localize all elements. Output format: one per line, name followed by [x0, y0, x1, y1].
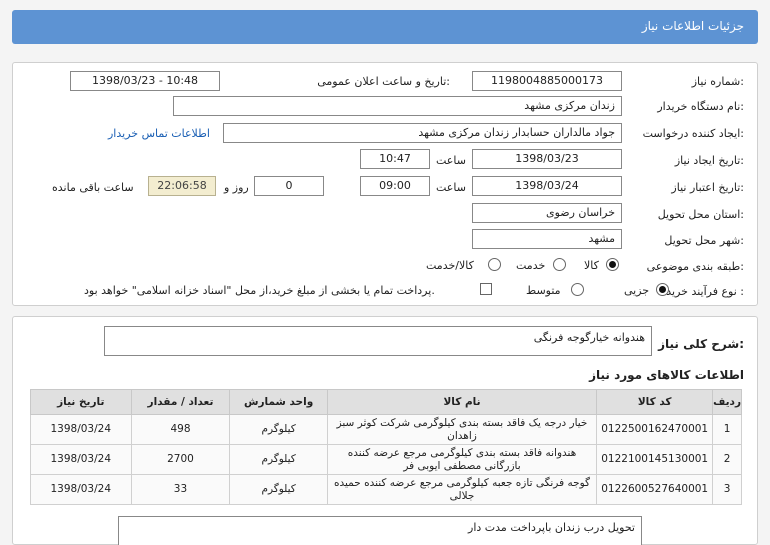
- col-code-header: کد کالا: [596, 389, 714, 415]
- col-qty-header: تعداد / مقدار: [130, 389, 231, 415]
- row-number-cell: 3: [712, 474, 742, 505]
- days-label: روز و: [224, 181, 249, 194]
- need-number-field: 1198004885000173: [472, 71, 622, 91]
- table-row: 1 0122500162470001 خیار درجه یک فاقد بست…: [30, 414, 742, 445]
- treasury-checkbox[interactable]: [480, 283, 492, 295]
- buyer-contact-link[interactable]: اطلاعات تماس خریدار: [108, 127, 210, 140]
- category-goods-radio[interactable]: [606, 258, 619, 271]
- announce-date-label: تاریخ و ساعت اعلان عمومی:: [317, 75, 450, 88]
- quantity-cell: 33: [130, 474, 231, 505]
- unit-cell: کیلوگرم: [229, 414, 328, 445]
- creator-field: جواد مالداران حسابدار زندان مرکزی مشهد: [223, 123, 622, 143]
- quantity-cell: 498: [130, 414, 231, 445]
- created-date-label: تاریخ ایجاد نیاز:: [674, 154, 744, 167]
- remaining-time-field: 22:06:58: [148, 176, 216, 196]
- buyer-org-field: زندان مرکزی مشهد: [173, 96, 622, 116]
- col-unit-header: واحد شمارش: [229, 389, 328, 415]
- category-both-radio[interactable]: [488, 258, 501, 271]
- validity-date-label: تاریخ اعتبار نیاز:: [671, 181, 744, 194]
- validity-time-field: 09:00: [360, 176, 430, 196]
- unit-cell: کیلوگرم: [229, 474, 328, 505]
- unit-cell: کیلوگرم: [229, 444, 328, 475]
- remaining-time-label: ساعت باقی مانده: [52, 181, 134, 194]
- process-medium-label: متوسط: [526, 284, 561, 297]
- need-date-cell: 1398/03/24: [30, 414, 132, 445]
- page-title: جزئیات اطلاعات نیاز: [641, 19, 744, 33]
- need-date-cell: 1398/03/24: [30, 474, 132, 505]
- category-label: طبقه بندی موضوعی:: [646, 260, 744, 273]
- table-row: 3 0122600527640001 گوجه فرنگی تازه جعبه …: [30, 474, 742, 505]
- remaining-days-field: 0: [254, 176, 324, 196]
- buyer-note-field: تحویل درب زندان باپرداخت مدت دار: [118, 516, 642, 545]
- items-table-header: ردیف کد کالا نام کالا واحد شمارش تعداد /…: [30, 389, 742, 415]
- item-name-cell: هندوانه فاقد بسته بندی کیلوگرمی مرجع عرض…: [326, 444, 598, 475]
- items-table: ردیف کد کالا نام کالا واحد شمارش تعداد /…: [30, 389, 742, 505]
- process-minor-label: جزیی: [624, 284, 650, 297]
- need-number-label: شماره نیاز:: [691, 75, 744, 88]
- item-name-cell: خیار درجه یک فاقد بسته بندی کیلوگرمی شرک…: [326, 414, 598, 445]
- created-time-label: ساعت: [436, 154, 466, 167]
- col-date-header: تاریخ نیاز: [30, 389, 132, 415]
- col-name-header: نام کالا: [326, 389, 598, 415]
- process-type-label: نوع فرآیند خرید :: [666, 285, 744, 298]
- validity-time-label: ساعت: [436, 181, 466, 194]
- items-section-title: اطلاعات کالاهای مورد نیاز: [589, 368, 744, 382]
- col-row-header: ردیف: [712, 389, 742, 415]
- city-label: شهر محل تحویل:: [664, 234, 744, 247]
- process-medium-radio[interactable]: [571, 283, 584, 296]
- item-code-cell: 0122600527640001: [596, 474, 714, 505]
- summary-field: هندوانه خیارگوجه فرنگی: [104, 326, 652, 356]
- category-service-radio[interactable]: [553, 258, 566, 271]
- need-date-cell: 1398/03/24: [30, 444, 132, 475]
- creator-label: ایجاد کننده درخواست:: [642, 127, 744, 140]
- validity-date-field: 1398/03/24: [472, 176, 622, 196]
- category-both-label: کالا/خدمت: [426, 259, 474, 272]
- treasury-note: پرداخت تمام یا بخشی از مبلغ خرید،از محل …: [84, 284, 435, 297]
- province-field: خراسان رضوی: [472, 203, 622, 223]
- city-field: مشهد: [472, 229, 622, 249]
- buyer-org-label: نام دستگاه خریدار:: [657, 100, 744, 113]
- category-goods-label: کالا: [584, 259, 599, 272]
- item-code-cell: 0122100145130001: [596, 444, 714, 475]
- page-header: جزئیات اطلاعات نیاز: [12, 10, 758, 44]
- province-label: استان محل تحویل:: [657, 208, 744, 221]
- item-name-cell: گوجه فرنگی تازه جعبه کیلوگرمی مرجع عرضه …: [326, 474, 598, 505]
- row-number-cell: 2: [712, 444, 742, 475]
- item-code-cell: 0122500162470001: [596, 414, 714, 445]
- process-minor-radio[interactable]: [656, 283, 669, 296]
- created-date-field: 1398/03/23: [472, 149, 622, 169]
- created-time-field: 10:47: [360, 149, 430, 169]
- table-row: 2 0122100145130001 هندوانه فاقد بسته بند…: [30, 444, 742, 475]
- summary-label: شرح کلی نیاز:: [658, 337, 744, 351]
- row-number-cell: 1: [712, 414, 742, 445]
- quantity-cell: 2700: [130, 444, 231, 475]
- announce-date-field: 1398/03/23 - 10:48: [70, 71, 220, 91]
- category-service-label: خدمت: [516, 259, 546, 272]
